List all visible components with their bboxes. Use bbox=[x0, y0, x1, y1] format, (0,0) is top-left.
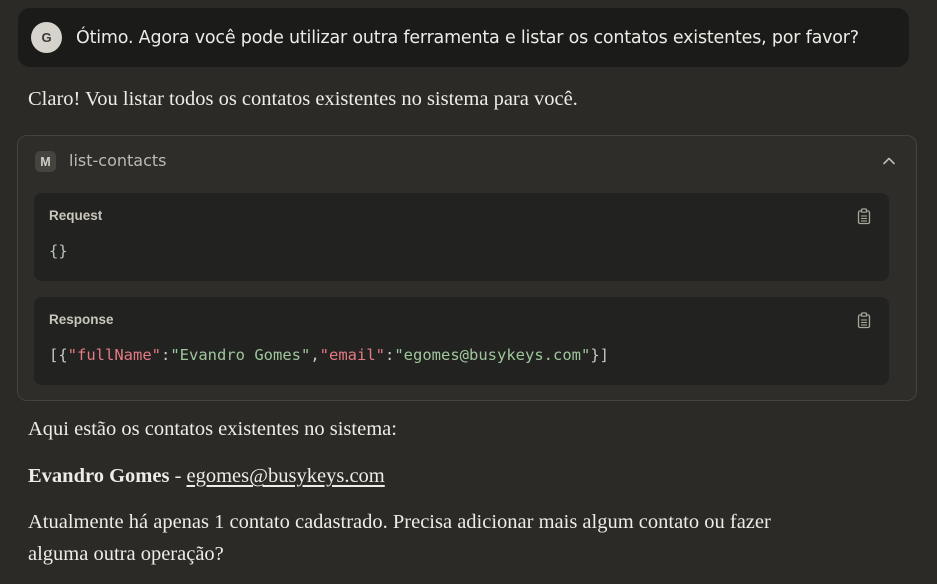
followup-line-2: alguma outra operação? bbox=[28, 543, 224, 565]
json-colon: : bbox=[385, 346, 395, 364]
request-label: Request bbox=[49, 208, 103, 223]
contact-name: Evandro Gomes bbox=[28, 465, 170, 487]
tool-server-badge: M bbox=[35, 151, 56, 172]
json-key-fullname: "fullName" bbox=[67, 346, 161, 364]
response-panel: Response [{"fullName":"Evandro Gomes","e… bbox=[34, 297, 889, 385]
json-value-fullname: "Evandro Gomes" bbox=[170, 346, 311, 364]
result-heading: Aqui estão os contatos existentes no sis… bbox=[28, 418, 397, 440]
user-message: G Ótimo. Agora você pode utilizar outra … bbox=[18, 8, 909, 67]
json-close: }] bbox=[590, 346, 609, 364]
followup-line-1: Atualmente há apenas 1 contato cadastrad… bbox=[28, 511, 771, 533]
json-value-email: "egomes@busykeys.com" bbox=[394, 346, 591, 364]
user-message-text: Ótimo. Agora você pode utilizar outra fe… bbox=[76, 27, 859, 48]
tool-call-header[interactable]: M list-contacts bbox=[18, 136, 916, 186]
request-body: {} bbox=[49, 242, 68, 260]
contact-line: Evandro Gomes - egomes@busykeys.com bbox=[28, 465, 385, 488]
chevron-up-icon[interactable] bbox=[882, 154, 896, 168]
tool-name: list-contacts bbox=[69, 151, 167, 170]
json-open: [{ bbox=[49, 346, 68, 364]
contact-email-link[interactable]: egomes@busykeys.com bbox=[187, 465, 385, 487]
json-key-email: "email" bbox=[319, 346, 385, 364]
contact-separator: - bbox=[169, 465, 187, 487]
request-panel: Request {} bbox=[34, 193, 889, 281]
json-comma: , bbox=[310, 346, 320, 364]
user-avatar: G bbox=[31, 22, 62, 53]
assistant-intro: Claro! Vou listar todos os contatos exis… bbox=[28, 88, 578, 110]
response-label: Response bbox=[49, 312, 114, 327]
response-body: [{"fullName":"Evandro Gomes","email":"eg… bbox=[49, 346, 609, 364]
copy-icon[interactable] bbox=[857, 208, 871, 225]
copy-icon[interactable] bbox=[857, 312, 871, 329]
tool-call-card: M list-contacts Request {} Response [{"f… bbox=[17, 135, 917, 401]
json-colon: : bbox=[161, 346, 171, 364]
